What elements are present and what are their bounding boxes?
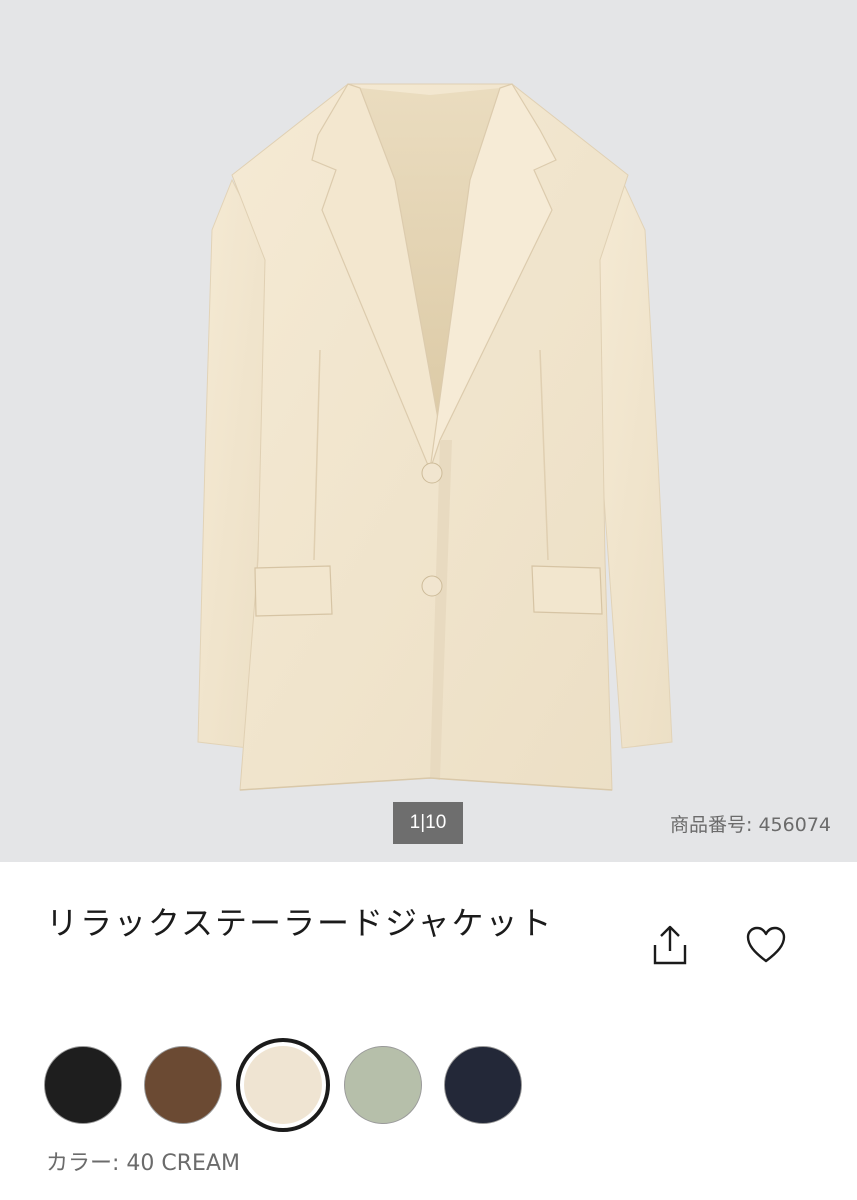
share-button[interactable] [645,920,695,970]
product-number: 商品番号: 456074 [670,810,831,837]
color-swatch[interactable] [44,1046,122,1124]
color-swatch[interactable] [444,1046,522,1124]
share-icon [653,925,687,965]
selected-color: カラー: 40 CREAM [46,1145,240,1177]
color-value: 40 CREAM [126,1151,240,1176]
product-number-value: 456074 [758,814,831,836]
product-image [197,83,673,791]
product-title: リラックステーラードジャケット [46,904,554,942]
color-swatch[interactable] [344,1046,422,1124]
color-swatch-list [42,1038,542,1135]
heart-icon [746,926,786,963]
color-label: カラー: [46,1151,120,1176]
favorite-button[interactable] [741,920,791,970]
image-counter: 1|10 [393,802,463,844]
product-number-label: 商品番号: [670,814,753,836]
color-swatch[interactable] [144,1046,222,1124]
color-swatch-selected[interactable] [236,1038,330,1132]
product-image-gallery[interactable]: 1|10 商品番号: 456074 [0,0,857,862]
